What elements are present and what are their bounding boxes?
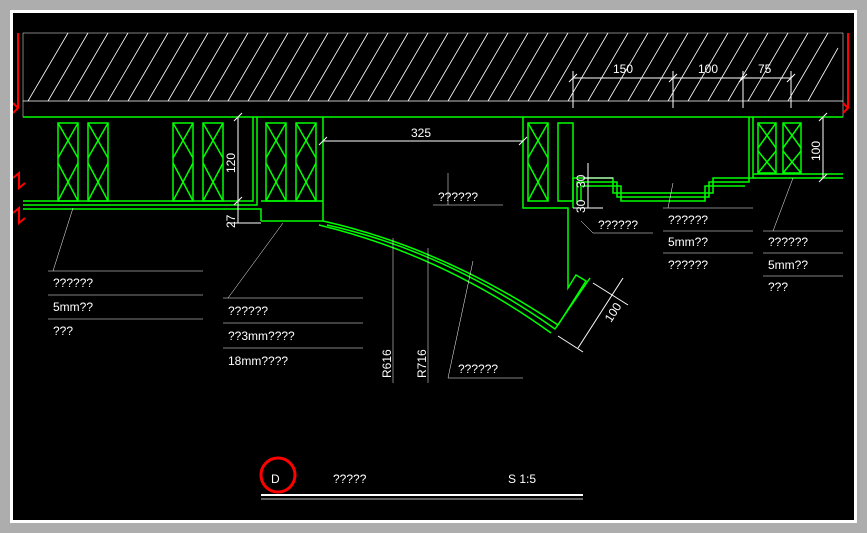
dim-30b-text: 30 [574,199,588,213]
break-marker [13,173,25,223]
label-l1: ?????? [53,276,93,290]
inner-frame: 150 100 75 325 120 27 100 30 30 100 R616… [10,10,857,523]
label-l2: 5mm?? [53,300,93,314]
label-l12: ?????? [668,258,708,272]
app-frame: 150 100 75 325 120 27 100 30 30 100 R616… [0,0,867,533]
cad-drawing: 150 100 75 325 120 27 100 30 30 100 R616… [13,13,854,520]
profile-main [23,117,843,333]
label-l8: ?????? [458,362,498,376]
label-l10: ?????? [668,213,708,227]
label-l7: ?????? [438,190,478,204]
r616-text: R616 [380,349,394,378]
title-scale: S 1:5 [508,472,536,486]
title-letter: D [271,472,280,486]
dim-30a-text: 30 [574,174,588,188]
label-l4: ?????? [228,304,268,318]
label-l3: ??? [53,324,73,338]
label-l13: ?????? [768,235,808,249]
label-l11: 5mm?? [668,235,708,249]
dim-325-text: 325 [411,126,431,140]
label-l15: ??? [768,280,788,294]
dim-27-text: 27 [224,214,238,228]
dim-120-text: 120 [224,153,238,173]
label-l5: ??3mm???? [228,329,295,343]
title-text: ????? [333,472,367,486]
label-l6: 18mm???? [228,354,288,368]
dim-150: 150 [613,62,633,76]
r716-text: R716 [415,349,429,378]
dim-100c-text: 100 [602,300,625,325]
drawing-canvas: 150 100 75 325 120 27 100 30 30 100 R616… [13,13,854,520]
dim-100a: 100 [698,62,718,76]
label-l9: ?????? [598,218,638,232]
dim-75: 75 [758,62,772,76]
title-marker: D [261,458,295,492]
label-l14: 5mm?? [768,258,808,272]
dim-100b-text: 100 [809,141,823,161]
hatch-concrete [23,33,843,117]
